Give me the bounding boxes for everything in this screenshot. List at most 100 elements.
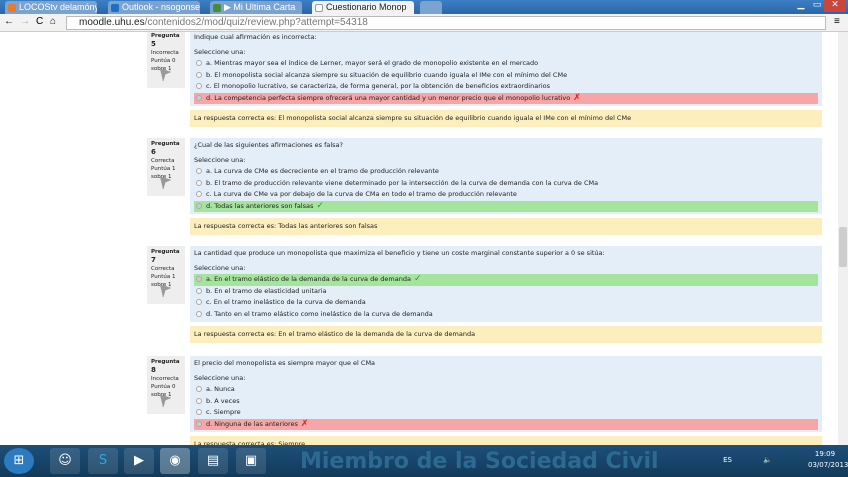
question-state: Incorrecta — [151, 50, 179, 56]
select-prompt: Seleccione una: — [194, 373, 246, 382]
question-text: El precio del monopolista es siempre may… — [194, 359, 376, 367]
taskbar: ⊞ ☺ S ▶ ◉ ▤ ▣ Miembro de la Sociedad Civ… — [0, 445, 848, 477]
tab-mi-ultima-carta[interactable]: ▶ Mi Ultima Carta — [210, 1, 302, 14]
question-info: Pregunta 5 Incorrecta Puntúa 0 sobre 1 — [147, 32, 185, 88]
question-content: El precio del monopolista es siempre may… — [190, 356, 822, 432]
back-icon[interactable]: ← — [4, 16, 14, 27]
tab-strip: LOCOStv delamónyC Outlook - nsogonse_ ▶ … — [0, 0, 848, 14]
radio-button[interactable] — [196, 168, 202, 174]
flag-icon[interactable] — [159, 284, 171, 298]
answer-option[interactable]: a. La curva de CMe es decreciente en el … — [194, 166, 818, 178]
question-state: Correcta — [151, 158, 175, 164]
toolbar: ← → C ⌂ moodle.uhu.es/contenidos2/mod/qu… — [0, 14, 848, 32]
question-content: ¿Cual de las siguientes afirmaciones es … — [190, 138, 822, 214]
skype-icon[interactable]: S — [88, 448, 118, 474]
question-number: 7 — [151, 256, 156, 264]
incorrect-icon: ✗ — [573, 92, 581, 103]
answer-option[interactable]: b. El monopolista social alcanza siempre… — [194, 70, 818, 82]
answer-option[interactable]: b. En el tramo de elasticidad unitaria — [194, 286, 818, 298]
radio-button[interactable] — [196, 60, 202, 66]
select-prompt: Seleccione una: — [194, 47, 246, 56]
question-text: La cantidad que produce un monopolista q… — [194, 249, 605, 257]
correct-answer-feedback: La respuesta correcta es: El monopolista… — [190, 110, 822, 127]
wallpaper-watermark: Miembro de la Sociedad Civil — [300, 449, 659, 474]
select-prompt: Seleccione una: — [194, 263, 246, 272]
radio-button[interactable] — [196, 94, 202, 101]
radio-button[interactable] — [196, 397, 202, 404]
tab-cuestionario[interactable]: Cuestionario Monop — [312, 1, 414, 14]
question-text: ¿Cual de las siguientes afirmaciones es … — [194, 141, 343, 149]
system-tray: ES 🔈 19:09 03/07/2013 — [723, 449, 848, 471]
answer-option[interactable]: c. En el tramo inelástico de la curva de… — [194, 297, 818, 309]
messenger-icon[interactable]: ☺ — [50, 448, 80, 474]
radio-button[interactable] — [196, 179, 202, 186]
radio-button[interactable] — [196, 202, 202, 209]
answer-option[interactable]: d. Todas las anteriores son falsas ✓ — [194, 200, 818, 212]
question-info: Pregunta 8 Incorrecta Puntúa 0 sobre 1 — [147, 356, 185, 414]
correct-answer-feedback: La respuesta correcta es: Todas las ante… — [190, 218, 822, 235]
explorer-icon[interactable]: ▤ — [198, 448, 228, 474]
reload-icon[interactable]: C — [36, 16, 43, 27]
correct-answer-feedback: La respuesta correcta es: Siempre — [190, 436, 822, 445]
incorrect-icon: ✗ — [300, 418, 309, 429]
computer-icon[interactable]: ▣ — [236, 448, 266, 474]
flag-icon[interactable] — [159, 394, 171, 408]
start-button[interactable]: ⊞ — [4, 448, 34, 474]
close-button[interactable]: ✕ — [824, 0, 846, 12]
answer-option[interactable]: a. Nunca — [194, 384, 818, 396]
answer-option[interactable]: c. La curva de CMe va por debajo de la c… — [194, 189, 818, 201]
clock[interactable]: 19:09 03/07/2013 — [808, 449, 848, 471]
radio-button[interactable] — [196, 386, 202, 392]
forward-icon[interactable]: → — [20, 16, 30, 27]
radio-button[interactable] — [196, 276, 202, 282]
address-bar[interactable]: moodle.uhu.es/contenidos2/mod/quiz/revie… — [66, 16, 826, 30]
question-number: 5 — [151, 40, 156, 48]
language-indicator[interactable]: ES — [723, 455, 732, 466]
page-icon — [315, 4, 323, 12]
chrome-icon[interactable]: ◉ — [160, 448, 190, 474]
radio-button[interactable] — [196, 83, 202, 89]
question-content: Indique cual afirmación es incorrecta: S… — [190, 32, 822, 106]
answer-option[interactable]: a. Mientras mayor sea el índice de Lerne… — [194, 58, 818, 70]
blogger-icon — [8, 4, 16, 12]
question-number: 8 — [151, 366, 156, 374]
correct-answer-feedback: La respuesta correcta es: En el tramo el… — [190, 326, 822, 343]
radio-button[interactable] — [196, 71, 202, 78]
quiz-review: Pregunta 5 Incorrecta Puntúa 0 sobre 1 I… — [0, 32, 838, 445]
scrollbar[interactable] — [838, 32, 848, 445]
outlook-icon — [111, 4, 119, 12]
menu-icon[interactable]: ≡ — [834, 16, 840, 27]
radio-button[interactable] — [196, 299, 202, 305]
question-text: Indique cual afirmación es incorrecta: — [194, 33, 317, 41]
question-state: Correcta — [151, 266, 175, 272]
site-icon — [213, 4, 221, 12]
tab-locostv[interactable]: LOCOStv delamónyC — [5, 1, 97, 14]
answer-option[interactable]: c. Siempre — [194, 407, 818, 419]
question-info: Pregunta 6 Correcta Puntúa 1 sobre 1 — [147, 138, 185, 196]
media-player-icon[interactable]: ▶ — [124, 448, 154, 474]
tab-outlook[interactable]: Outlook - nsogonse_ — [108, 1, 200, 14]
new-tab-button[interactable] — [420, 1, 442, 14]
scrollbar-thumb[interactable] — [839, 227, 847, 267]
answer-option[interactable]: d. Ninguna de las anteriores ✗ — [194, 418, 818, 430]
radio-button[interactable] — [196, 409, 202, 415]
question-state: Incorrecta — [151, 376, 179, 382]
question-number: 6 — [151, 148, 156, 156]
answer-option[interactable]: d. Tanto en el tramo elástico como inelá… — [194, 309, 818, 321]
radio-button[interactable] — [196, 287, 202, 294]
maximize-button[interactable]: ▭ — [810, 0, 824, 12]
radio-button[interactable] — [196, 420, 202, 427]
answer-option[interactable]: b. El tramo de producción relevante vien… — [194, 178, 818, 190]
answer-option[interactable]: c. El monopolio lucrativo, se caracteriz… — [194, 81, 818, 93]
flag-icon[interactable] — [159, 68, 171, 82]
radio-button[interactable] — [196, 191, 202, 197]
minimize-button[interactable]: ▁ — [792, 0, 810, 12]
radio-button[interactable] — [196, 310, 202, 317]
answer-option[interactable]: a. En el tramo elástico de la demanda de… — [194, 274, 818, 286]
home-icon[interactable]: ⌂ — [50, 16, 56, 27]
correct-icon: ✓ — [413, 274, 422, 284]
volume-icon[interactable]: 🔈 — [763, 455, 772, 466]
answer-option[interactable]: b. A veces — [194, 396, 818, 408]
answer-option[interactable]: d. La competencia perfecta siempre ofrec… — [194, 92, 818, 104]
flag-icon[interactable] — [159, 176, 171, 190]
